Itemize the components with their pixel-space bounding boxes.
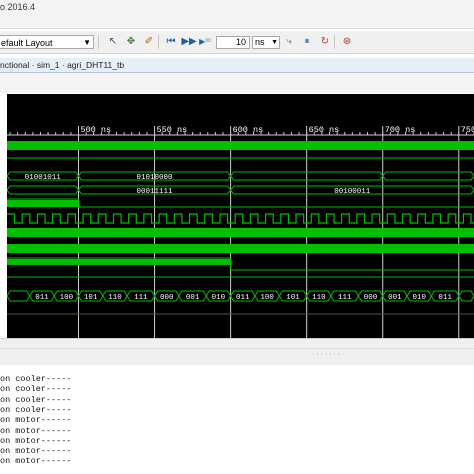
time-unit-dropdown[interactable]: ns ▼ (252, 36, 280, 49)
counter-value-label: 000 (160, 294, 174, 302)
bus-value-label: 00011111 (137, 188, 174, 196)
wave-toolbar: efault Layout ▼ ↖ ✥ ✐ ⏮ ▶▶ ▶⁽ᵗ⁾ 10 ns ▼ … (0, 31, 474, 54)
run-time-input[interactable]: 10 (216, 36, 250, 49)
console-line: on cooler----- (0, 374, 72, 384)
layout-dropdown[interactable]: efault Layout ▼ (0, 35, 94, 49)
editor-tab-bar: nctional · sim_1 · agri_DHT11_tb (0, 58, 474, 73)
console-line: on motor------ (0, 456, 72, 467)
console-line: on cooler----- (0, 404, 72, 415)
counter-segment (458, 290, 474, 302)
drag-handle-icon[interactable]: · · · · · · · (312, 351, 340, 358)
signal-high-bar (7, 259, 231, 265)
bus-value-label: 01001011 (25, 174, 62, 182)
time-tick-label: 500 ns (80, 125, 111, 135)
counter-value-label: 100 (260, 294, 274, 302)
counter-value-label: 011 (438, 294, 452, 302)
counter-value-label: 000 (364, 294, 378, 302)
run-for-icon[interactable]: ▶⁽ᵗ⁾ (198, 35, 212, 49)
bus-value-label: 01010000 (137, 174, 174, 182)
time-tick-label: 700 ns (385, 125, 416, 135)
console-line: on motor------ (0, 446, 72, 457)
marker-icon[interactable]: ✐ (142, 35, 156, 49)
window-title: o 2016.4 (0, 2, 36, 12)
toolbar-separator (334, 35, 335, 49)
run-all-icon[interactable]: ▶▶ (181, 35, 196, 49)
toolbar-separator (98, 35, 99, 49)
counter-value-label: 110 (108, 294, 122, 302)
time-tick-label: 750 (461, 125, 474, 135)
counter-value-label: 001 (388, 294, 402, 302)
waveform-canvas: 500 ns 550 ns 600 ns 650 ns 700 ns 7500100101… (7, 125, 474, 338)
counter-value-label: 100 (60, 294, 74, 302)
counter-value-label: 101 (286, 294, 300, 302)
signal-high-bar (7, 228, 474, 237)
tcl-console: on cooler----- on cooler----- on cooler---… (0, 366, 474, 474)
counter-value-label: 111 (338, 294, 352, 302)
chevron-down-icon: ▼ (271, 39, 278, 46)
pan-icon[interactable]: ✥ (124, 35, 138, 49)
step-icon[interactable]: ⤷ (282, 35, 296, 49)
chevron-down-icon: ▼ (83, 38, 91, 47)
bus-value-label: 00100011 (334, 188, 371, 196)
counter-value-label: 011 (236, 294, 250, 302)
console-line: on cooler----- (0, 384, 72, 395)
counter-value-label: 111 (134, 294, 148, 302)
time-tick-label: 600 ns (233, 125, 264, 135)
time-unit-value: ns (255, 37, 265, 47)
counter-value-label: 101 (84, 294, 98, 302)
time-tick-label: 550 ns (157, 125, 188, 135)
console-line: on cooler----- (0, 394, 72, 405)
counter-value-label: 110 (312, 294, 326, 302)
simulation-breadcrumb[interactable]: nctional · sim_1 · agri_DHT11_tb (0, 60, 124, 70)
signal-high-bar (7, 200, 79, 207)
waveform-window[interactable]: 500 ns 550 ns 600 ns 650 ns 700 ns 750 0100101… (7, 94, 474, 338)
restart-icon[interactable]: ⏮ (164, 35, 178, 49)
signal-high-bar (7, 141, 474, 150)
signal-high-bar (7, 244, 474, 253)
splitter-line (0, 348, 474, 349)
toolbar-separator (158, 35, 159, 49)
counter-value-label: 011 (35, 294, 49, 302)
counter-value-label: 001 (186, 294, 200, 302)
clock-waveform (7, 213, 474, 224)
pointer-icon[interactable]: ↖ (106, 35, 120, 49)
counter-value-label: 010 (412, 294, 426, 302)
counter-value-label: 010 (212, 294, 226, 302)
time-tick-label: 650 ns (309, 125, 340, 135)
relaunch-icon[interactable]: ↻ (318, 35, 332, 49)
counter-segment (7, 290, 31, 302)
console-line: on motor------ (0, 435, 72, 446)
console-line: on motor------ (0, 415, 72, 426)
panel-splitter[interactable]: · · · · · · · (0, 338, 474, 365)
title-bar: o 2016.4 (0, 0, 474, 29)
console-line: on motor------ (0, 425, 72, 436)
wave-header-strip (0, 73, 474, 93)
help-icon[interactable]: ⊛ (340, 35, 354, 49)
pause-icon[interactable]: ⏸ (300, 35, 314, 49)
bus-segment (7, 185, 80, 195)
layout-dropdown-value: efault Layout (1, 38, 53, 48)
bus-segment (382, 171, 474, 181)
